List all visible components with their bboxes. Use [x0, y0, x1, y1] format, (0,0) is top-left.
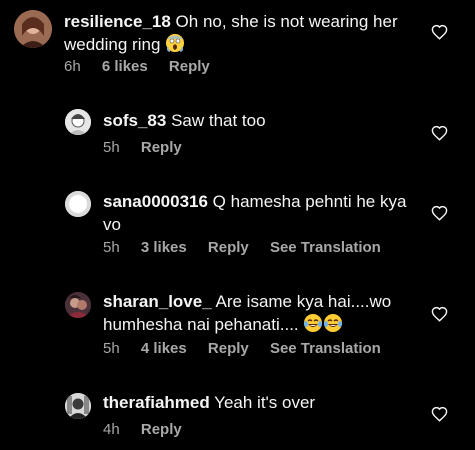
- reply-button[interactable]: Reply: [169, 58, 210, 75]
- comment-meta: 4h Reply: [103, 421, 199, 438]
- reply-button[interactable]: Reply: [141, 139, 182, 156]
- reply-button[interactable]: Reply: [208, 340, 249, 357]
- joy-face-icon: [303, 313, 323, 339]
- avatar[interactable]: [65, 191, 91, 217]
- comment-text: resilience_18 Oh no, she is not wearing …: [64, 10, 414, 59]
- comment-time: 5h: [103, 239, 120, 256]
- avatar[interactable]: [65, 292, 91, 318]
- comment-username[interactable]: sana0000316: [103, 192, 208, 211]
- comment-time: 6h: [64, 58, 81, 75]
- see-translation-link[interactable]: See Translation: [270, 340, 381, 357]
- comment-time: 5h: [103, 340, 120, 357]
- avatar[interactable]: [65, 393, 91, 419]
- scream-face-icon: [165, 33, 185, 59]
- comment-text: therafiahmed Yeah it's over: [103, 391, 413, 414]
- see-translation-link[interactable]: See Translation: [270, 239, 381, 256]
- heart-icon[interactable]: [431, 406, 448, 422]
- likes-count[interactable]: 6 likes: [102, 58, 148, 75]
- reply-button[interactable]: Reply: [208, 239, 249, 256]
- likes-count[interactable]: 4 likes: [141, 340, 187, 357]
- comment-meta: 5h Reply: [103, 139, 199, 156]
- likes-count[interactable]: 3 likes: [141, 239, 187, 256]
- reply-button[interactable]: Reply: [141, 421, 182, 438]
- comment-item: sofs_83 Saw that too 5h Reply: [0, 95, 475, 175]
- comment-text: sofs_83 Saw that too: [103, 109, 413, 132]
- avatar[interactable]: [65, 109, 91, 135]
- heart-icon[interactable]: [431, 205, 448, 221]
- comment-text: sharan_love_ Are isame kya hai....wo hum…: [103, 290, 413, 339]
- heart-icon[interactable]: [431, 125, 448, 141]
- comment-item: therafiahmed Yeah it's over 4h Reply: [0, 380, 475, 450]
- comment-username[interactable]: resilience_18: [64, 12, 171, 31]
- heart-icon[interactable]: [431, 306, 448, 322]
- comment-body: Yeah it's over: [214, 393, 316, 412]
- heart-icon[interactable]: [431, 24, 448, 40]
- comment-time: 5h: [103, 139, 120, 156]
- comment-meta: 6h 6 likes Reply: [64, 58, 227, 75]
- comment-item: sana0000316 Q hamesha pehnti he kya vo 5…: [0, 178, 475, 278]
- comment-meta: 5h 3 likes Reply See Translation: [103, 239, 398, 256]
- comment-text: sana0000316 Q hamesha pehnti he kya vo: [103, 190, 413, 236]
- comment-time: 4h: [103, 421, 120, 438]
- comment-meta: 5h 4 likes Reply See Translation: [103, 340, 398, 357]
- comment-username[interactable]: therafiahmed: [103, 393, 210, 412]
- comment-username[interactable]: sharan_love_: [103, 292, 212, 311]
- avatar[interactable]: [14, 10, 52, 48]
- comment-item: resilience_18 Oh no, she is not wearing …: [0, 0, 475, 90]
- comment-username[interactable]: sofs_83: [103, 111, 166, 130]
- comment-body: Saw that too: [171, 111, 266, 130]
- joy-face-icon: [323, 313, 343, 339]
- comment-item: sharan_love_ Are isame kya hai....wo hum…: [0, 279, 475, 379]
